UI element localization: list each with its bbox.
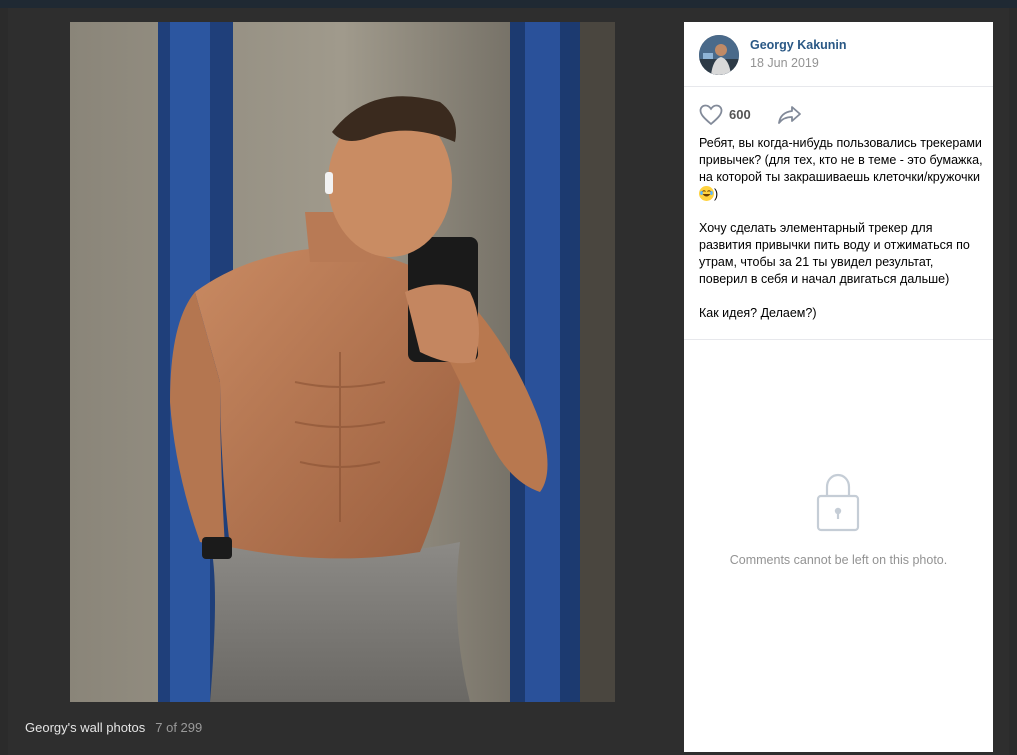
photo-counter: 7 of 299 [155, 720, 203, 735]
author-name[interactable]: Georgy Kakunin [750, 38, 847, 52]
like-button[interactable]: 600 [699, 104, 759, 126]
share-arrow-icon[interactable] [777, 104, 803, 126]
description-paragraph: Хочу сделать элементарный трекер для раз… [699, 221, 970, 286]
laughing-emoji-icon [699, 186, 714, 201]
like-count: 600 [729, 107, 751, 122]
description-paragraph: Ребят, вы когда-нибудь пользовались трек… [699, 135, 984, 203]
avatar-image [699, 35, 739, 75]
photo-image [70, 22, 615, 702]
info-panel: Georgy Kakunin 18 Jun 2019 600 Ребят, вы… [684, 22, 993, 752]
description-text-1-end: ) [714, 187, 719, 201]
author-header: Georgy Kakunin 18 Jun 2019 [684, 22, 993, 87]
lock-icon [816, 473, 860, 532]
top-strip [0, 0, 1017, 8]
actions-bar: 600 [699, 104, 979, 126]
photo-description: Ребят, вы когда-нибудь пользовались трек… [699, 135, 984, 339]
divider [684, 339, 993, 340]
album-title[interactable]: Georgy's wall photos [25, 720, 145, 735]
description-text-1: Ребят, вы когда-нибудь пользовались трек… [699, 136, 983, 184]
comments-disabled-text: Comments cannot be left on this photo. [729, 553, 948, 567]
post-date[interactable]: 18 Jun 2019 [750, 56, 819, 70]
avatar[interactable] [699, 35, 739, 75]
photo[interactable] [70, 22, 615, 702]
description-paragraph: Как идея? Делаем?) [699, 306, 817, 320]
heart-icon [699, 104, 723, 126]
photo-caption: Georgy's wall photos 7 of 299 [25, 720, 202, 735]
